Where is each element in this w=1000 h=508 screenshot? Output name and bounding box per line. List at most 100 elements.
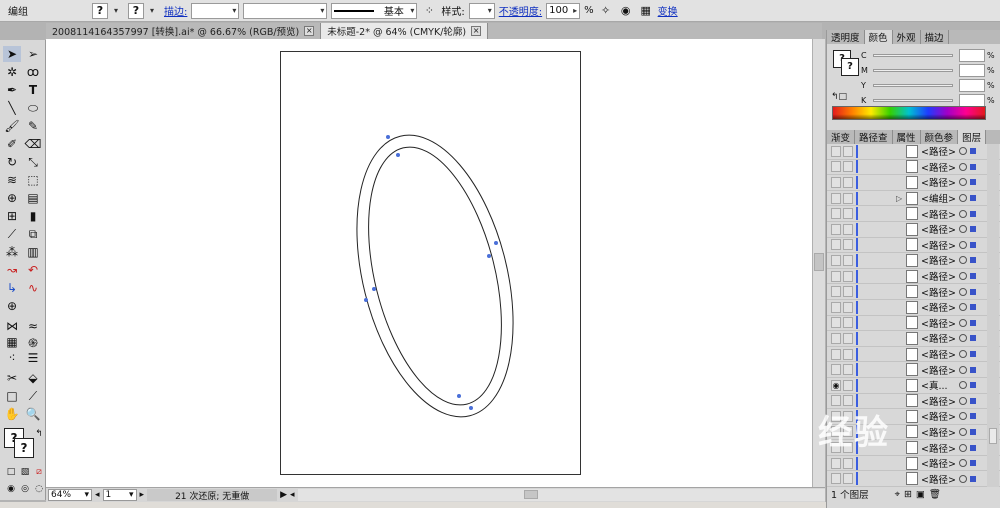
layer-row[interactable]: <路径> — [827, 221, 1000, 238]
curvature-tool-icon[interactable]: ↶ — [24, 262, 42, 278]
visibility-toggle[interactable] — [831, 223, 841, 235]
lock-toggle[interactable] — [843, 301, 853, 313]
layer-row[interactable]: <路径> — [827, 253, 1000, 269]
target-icon[interactable] — [959, 381, 967, 390]
target-icon[interactable] — [959, 287, 967, 296]
stroke-dropdown-arrow[interactable]: ▾ — [148, 3, 160, 19]
lasso-tool-icon[interactable]: ꝏ — [24, 64, 42, 80]
paintbrush-tool-icon[interactable]: 🖌 — [3, 118, 21, 134]
hand-tool-icon[interactable]: ✋ — [3, 406, 21, 422]
target-icon[interactable] — [959, 318, 967, 327]
new-sublayer-icon[interactable]: ⊞ — [904, 489, 912, 500]
channel-y[interactable]: Y% — [827, 78, 1000, 93]
visibility-toggle[interactable] — [831, 161, 841, 173]
lock-toggle[interactable] — [843, 270, 853, 282]
layer-row[interactable]: <路径> — [827, 144, 1000, 160]
zoom-tool-icon[interactable]: 🔍 — [24, 406, 42, 422]
lock-toggle[interactable] — [843, 161, 853, 173]
eyedropper-tool-icon[interactable]: ⟋ — [3, 226, 21, 242]
blob-brush-tool-icon[interactable]: ✐ — [3, 136, 21, 152]
add-anchor-tool-icon[interactable]: ↝ — [3, 262, 21, 278]
artboard-tool-icon[interactable]: □ — [3, 388, 21, 404]
layer-row[interactable]: <路径> — [827, 315, 1000, 332]
target-icon[interactable] — [959, 365, 967, 374]
visibility-toggle[interactable] — [831, 301, 841, 313]
brush-select[interactable]: 基本 ▾ — [331, 2, 418, 19]
delete-layer-icon[interactable]: 🗑 — [929, 489, 941, 500]
tab-stroke[interactable]: 描边 — [921, 30, 949, 44]
visibility-toggle[interactable] — [831, 286, 841, 298]
target-icon[interactable] — [959, 240, 967, 249]
target-icon[interactable] — [959, 412, 967, 421]
visibility-toggle[interactable] — [831, 176, 841, 188]
column-graph-tool-icon[interactable]: ▥ — [24, 244, 42, 260]
visibility-toggle[interactable] — [831, 270, 841, 282]
target-icon[interactable] — [959, 303, 967, 312]
free-transform-tool-icon[interactable]: ⬚ — [24, 172, 42, 188]
target-icon[interactable] — [959, 209, 967, 218]
layer-row[interactable]: <路径> — [827, 331, 1000, 347]
tab-document-1[interactable]: 2008114164357997 [转换].ai* @ 66.67% (RGB/… — [46, 23, 322, 39]
pencil-tool-icon[interactable]: ✎ — [24, 118, 42, 134]
recolor-icon[interactable]: ✧ — [598, 3, 614, 19]
locate-object-icon[interactable]: ⌖ — [895, 489, 900, 500]
visibility-toggle[interactable] — [831, 208, 841, 220]
target-icon[interactable] — [959, 162, 967, 171]
style-select[interactable]: ▾ — [468, 2, 495, 19]
tab-color[interactable]: 颜色 — [864, 30, 893, 44]
globe-icon[interactable]: ◉ — [618, 3, 634, 19]
gradient-tool-icon[interactable]: ▮ — [24, 208, 42, 224]
direct-selection-tool-icon[interactable]: ➢ — [24, 46, 42, 62]
transform-link[interactable]: 变换 — [658, 3, 678, 18]
tab-gradient[interactable]: 渐变 — [827, 130, 856, 144]
visibility-toggle[interactable] — [831, 364, 841, 376]
lock-toggle[interactable] — [843, 364, 853, 376]
layer-row[interactable]: ▷ <编组> — [827, 190, 1000, 207]
target-icon[interactable] — [959, 396, 967, 405]
lock-toggle[interactable] — [843, 286, 853, 298]
align-grid-icon[interactable]: ▦ — [638, 3, 654, 19]
scroll-left-icon[interactable]: ◂ — [290, 490, 295, 500]
fill-question-icon[interactable]: ? — [92, 2, 108, 19]
target-icon[interactable] — [959, 474, 967, 483]
channel-m[interactable]: M% — [827, 63, 1000, 78]
type-tool-icon[interactable]: T — [24, 82, 42, 98]
target-icon[interactable] — [959, 427, 967, 436]
prev-page-icon[interactable]: ◂ — [95, 490, 100, 500]
tab-pathfinder[interactable]: 路径查 — [855, 130, 893, 144]
twirl-tool-icon[interactable]: ֍ — [24, 334, 42, 350]
magic-wand-tool-icon[interactable]: ✲ — [3, 64, 21, 80]
convert-anchor-tool-icon[interactable]: ↳ — [3, 280, 21, 296]
visibility-toggle[interactable] — [831, 192, 841, 204]
lock-toggle[interactable] — [843, 348, 853, 360]
scroll-thumb[interactable] — [989, 428, 997, 444]
lock-toggle[interactable] — [843, 176, 853, 188]
visibility-toggle[interactable] — [831, 254, 841, 266]
target-icon[interactable] — [959, 459, 967, 468]
scroll-thumb[interactable] — [814, 253, 824, 271]
lock-toggle[interactable] — [843, 145, 853, 157]
mesh-tool-icon[interactable]: ⊞ — [3, 208, 21, 224]
horizontal-scrollbar[interactable] — [297, 489, 825, 501]
lock-toggle[interactable] — [843, 223, 853, 235]
stroke-question-icon[interactable]: ? — [128, 2, 144, 19]
target-icon[interactable] — [959, 350, 967, 359]
zoom-select[interactable]: 64% ▾ — [48, 489, 92, 501]
blend-tool-icon[interactable]: ⧉ — [24, 226, 42, 242]
tab-layers[interactable]: 图层 — [958, 130, 987, 144]
selection-tool-icon[interactable]: ➤ — [3, 46, 21, 62]
artboard[interactable] — [280, 51, 581, 475]
expand-icon[interactable]: ▷ — [896, 194, 904, 203]
new-layer-icon[interactable]: ▣ — [916, 489, 925, 500]
visibility-toggle[interactable] — [831, 317, 841, 329]
layer-row[interactable]: <路径> — [827, 237, 1000, 254]
stroke-link[interactable]: 描边: — [164, 3, 187, 18]
envelope-tool-icon[interactable]: ⋈ — [3, 318, 21, 334]
smooth-tool-icon[interactable]: ∿ — [24, 280, 42, 296]
knife-tool-icon[interactable]: ⟋ — [24, 388, 42, 404]
lock-toggle[interactable] — [843, 332, 853, 344]
line-tool-icon[interactable]: ╲ — [3, 100, 21, 116]
shape-builder-tool-icon[interactable]: ⊕ — [3, 190, 21, 206]
target-icon[interactable] — [959, 147, 967, 156]
layer-row[interactable]: <路径> — [827, 159, 1000, 176]
